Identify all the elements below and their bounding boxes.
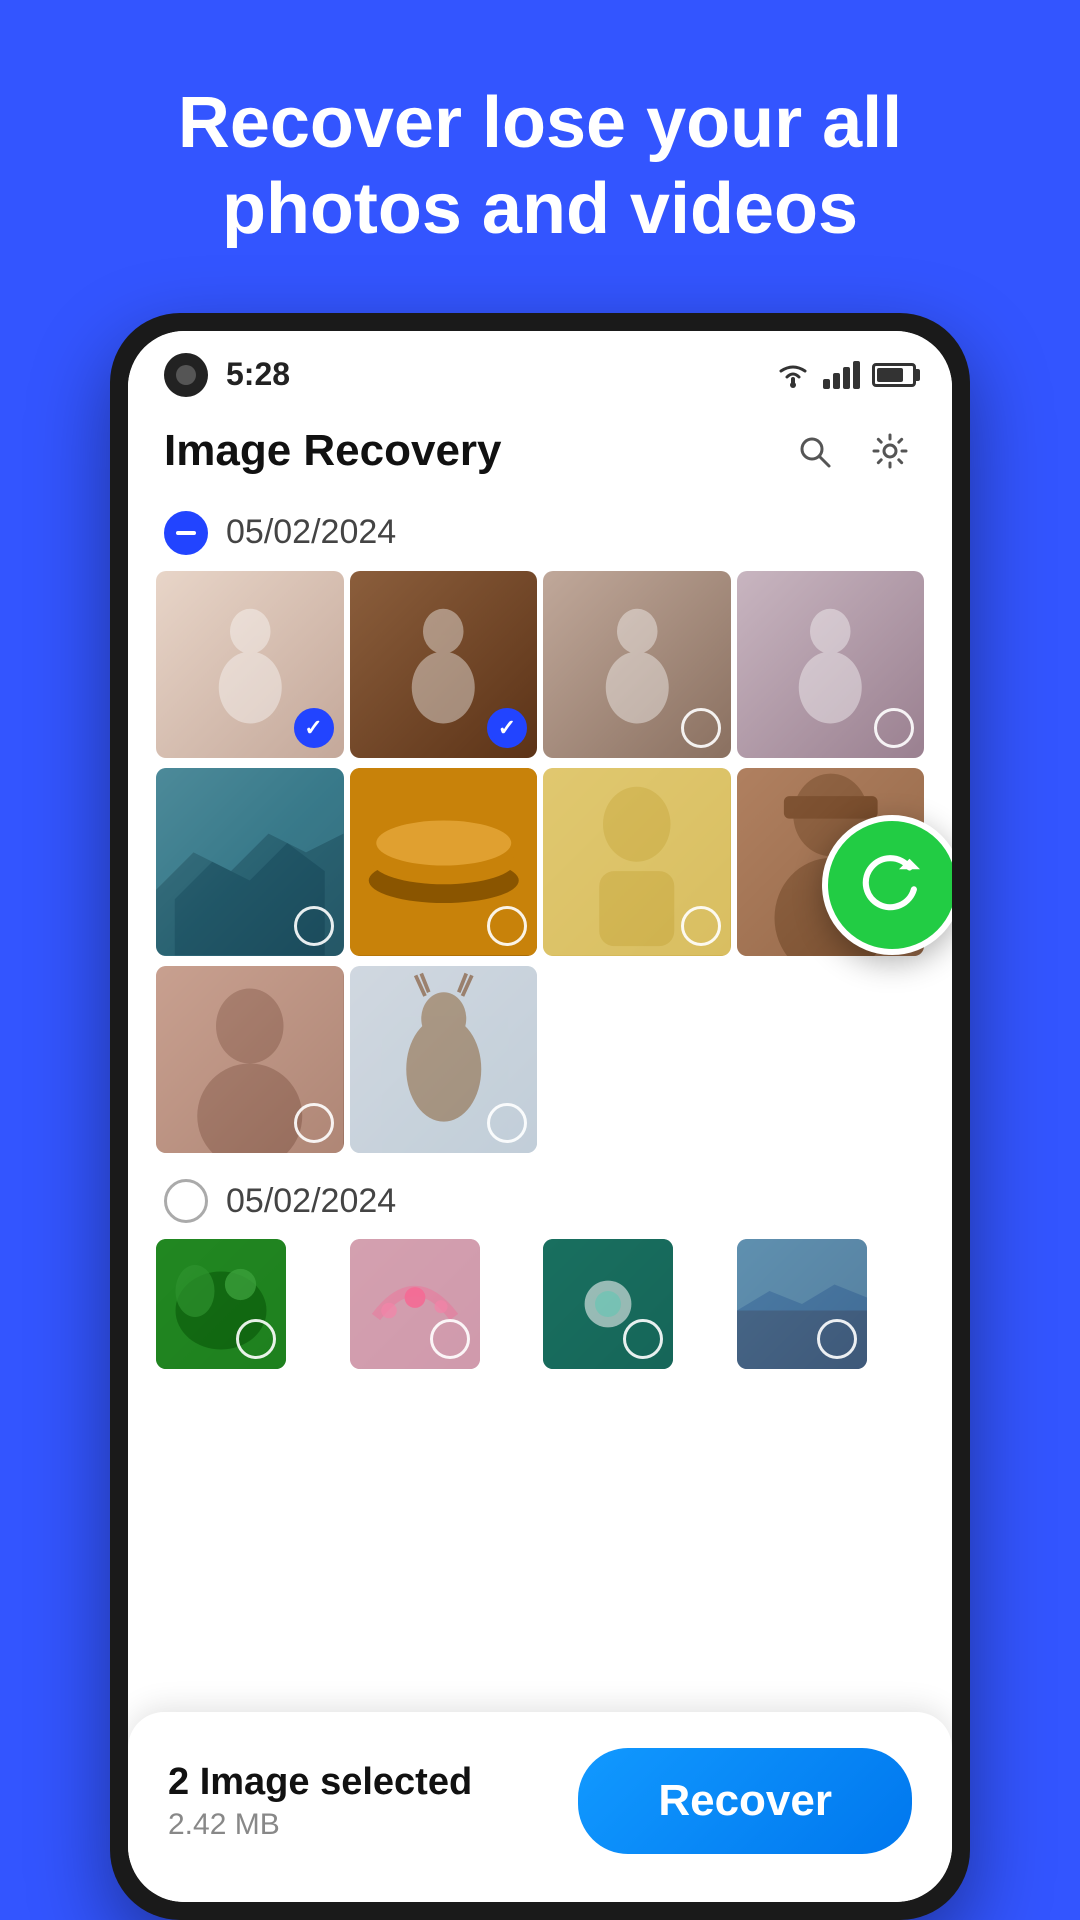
status-time: 5:28 (226, 356, 290, 393)
battery-icon (872, 363, 916, 387)
photo-item-4[interactable] (737, 571, 925, 759)
photo-checkbox-3[interactable] (681, 708, 721, 748)
status-bar: 5:28 (128, 331, 952, 407)
settings-button[interactable] (864, 425, 916, 477)
photo-grid-row1: ✓ ✓ (156, 571, 924, 759)
photo-checkbox-5[interactable] (294, 906, 334, 946)
photo-item-5[interactable] (156, 768, 344, 956)
photo-grid-row4 (156, 1239, 924, 1369)
photo-checkbox-14[interactable] (430, 1319, 470, 1359)
photo-checkbox-16[interactable] (817, 1319, 857, 1359)
selected-size: 2.42 MB (168, 1808, 578, 1842)
photo-item-16[interactable] (737, 1239, 867, 1369)
wifi-icon (775, 361, 811, 389)
phone-device: 5:28 (110, 313, 970, 1920)
refresh-icon (857, 850, 927, 920)
status-icons (775, 361, 916, 389)
photo-checkbox-15[interactable] (623, 1319, 663, 1359)
section1-header[interactable]: 05/02/2024 (156, 495, 924, 571)
photo-item-6[interactable] (350, 768, 538, 956)
photo-item-9[interactable] (156, 966, 344, 1154)
photo-item-2[interactable]: ✓ (350, 571, 538, 759)
app-title: Image Recovery (164, 426, 788, 476)
photo-checkbox-6[interactable] (487, 906, 527, 946)
photo-checkbox-1[interactable]: ✓ (294, 708, 334, 748)
section2-header[interactable]: 05/02/2024 (156, 1163, 924, 1239)
photo-item-10[interactable] (350, 966, 538, 1154)
header-icons (788, 425, 916, 477)
search-button[interactable] (788, 425, 840, 477)
content-area: 05/02/2024 ✓ (128, 495, 952, 1902)
bottom-selection-bar: 2 Image selected 2.42 MB Recover (128, 1712, 952, 1902)
section2-checkbox[interactable] (164, 1179, 208, 1223)
selected-count: 2 Image selected (168, 1761, 578, 1804)
selection-info: 2 Image selected 2.42 MB (168, 1761, 578, 1842)
photo-checkbox-13[interactable] (236, 1319, 276, 1359)
photo-checkbox-2[interactable]: ✓ (487, 708, 527, 748)
recover-button[interactable]: Recover (578, 1748, 912, 1854)
photo-checkbox-4[interactable] (874, 708, 914, 748)
phone-screen: 5:28 (128, 331, 952, 1902)
photo-item-14[interactable] (350, 1239, 480, 1369)
photo-item-13[interactable] (156, 1239, 286, 1369)
fab-recover-button[interactable] (822, 815, 952, 955)
photo-checkbox-9[interactable] (294, 1103, 334, 1143)
section2-date: 05/02/2024 (226, 1182, 396, 1221)
photo-item-7[interactable] (543, 768, 731, 956)
app-header: Image Recovery (128, 407, 952, 495)
signal-icon (823, 361, 860, 389)
section1-checkbox[interactable] (164, 511, 208, 555)
hero-title: Recover lose your all photos and videos (0, 0, 1080, 313)
photo-checkbox-10[interactable] (487, 1103, 527, 1143)
photo-grid-row3 (156, 966, 924, 1154)
photo-grid-row2 (156, 768, 924, 956)
camera-indicator (164, 353, 208, 397)
photo-item-15[interactable] (543, 1239, 673, 1369)
photo-item-1[interactable]: ✓ (156, 571, 344, 759)
photo-item-3[interactable] (543, 571, 731, 759)
photo-checkbox-7[interactable] (681, 906, 721, 946)
section1-date: 05/02/2024 (226, 513, 396, 552)
